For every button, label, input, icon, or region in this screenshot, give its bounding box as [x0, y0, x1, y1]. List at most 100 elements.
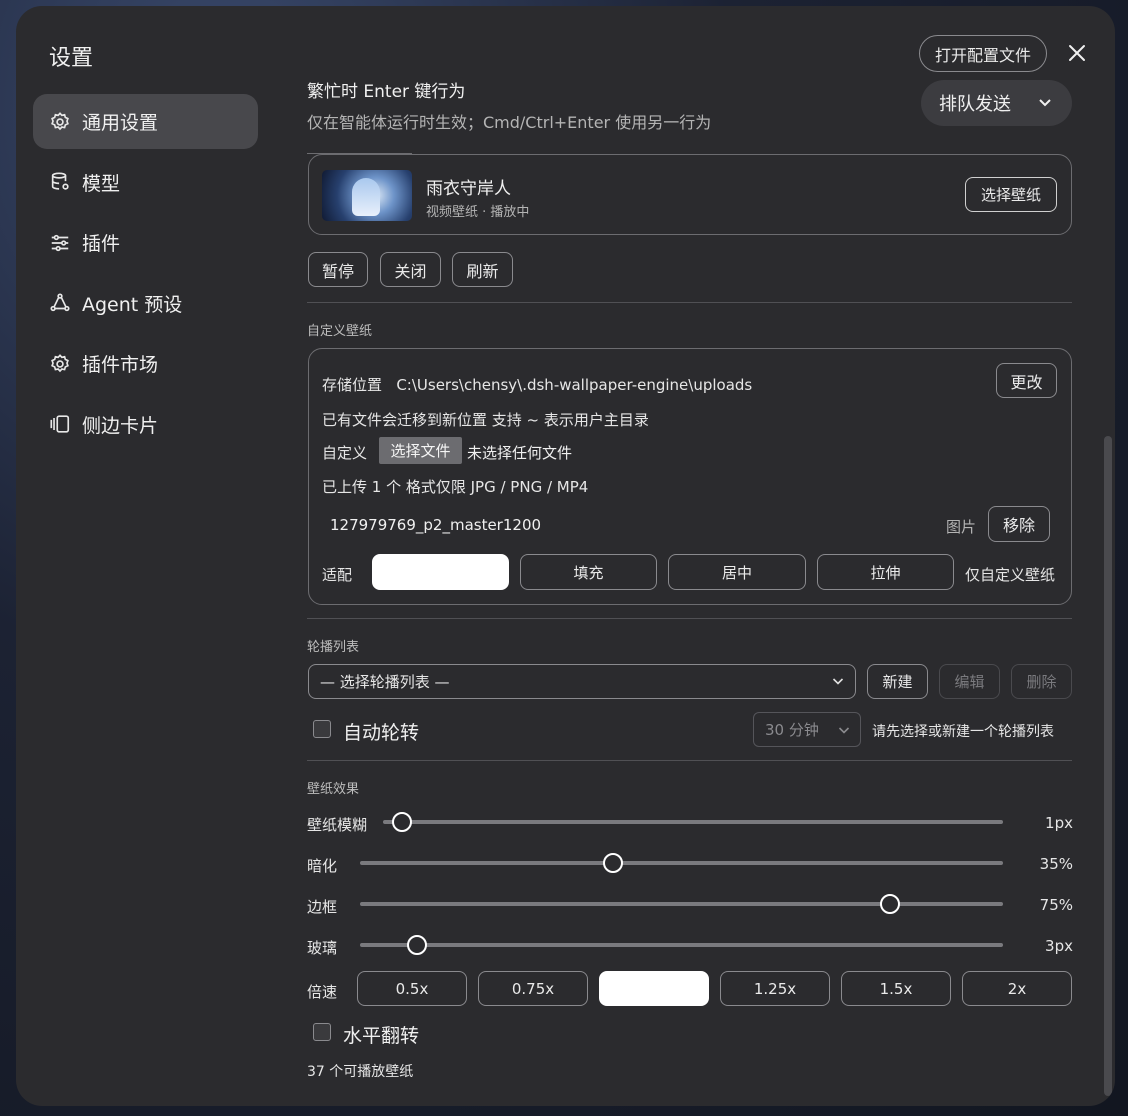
glass-slider-thumb[interactable]: [406, 935, 427, 955]
agent-icon: [50, 293, 70, 312]
busy-enter-title: 繁忙时 Enter 键行为: [307, 82, 466, 102]
darken-label: 暗化: [307, 857, 338, 875]
carousel-delete-button[interactable]: 删除: [1011, 664, 1072, 699]
storage-path: C:\Users\chensy\.dsh-wallpaper-engine\up…: [396, 376, 753, 394]
interval-select[interactable]: 30 分钟: [753, 712, 861, 747]
darken-slider[interactable]: [360, 861, 1003, 865]
sidebar-item-label: Agent 预设: [82, 293, 183, 316]
fit-option-fill[interactable]: 填充: [520, 554, 657, 590]
auto-rotate-checkbox[interactable]: [313, 720, 331, 738]
speed-option-1-5x[interactable]: 1.5x: [841, 971, 951, 1006]
sidebar: 设置 通用设置 模型 插件 Agent 预设 插件市场 侧边卡片: [16, 6, 276, 1106]
sidebar-item-plugin-market[interactable]: 插件市场: [33, 336, 258, 391]
divider: [307, 760, 1072, 761]
remove-file-button[interactable]: 移除: [988, 506, 1050, 542]
refresh-button[interactable]: 刷新: [452, 252, 513, 287]
fit-label: 适配: [322, 566, 353, 584]
settings-dialog: 设置 通用设置 模型 插件 Agent 预设 插件市场 侧边卡片 打开配置文件 …: [16, 6, 1115, 1106]
sidebar-item-label: 通用设置: [82, 112, 159, 134]
sidebar-nav: 通用设置 模型 插件 Agent 预设 插件市场 侧边卡片: [33, 94, 258, 457]
chevron-down-icon: [832, 678, 844, 685]
chevron-down-icon: [1039, 99, 1051, 107]
sidebar-item-general[interactable]: 通用设置: [33, 94, 258, 149]
carousel-hint: 请先选择或新建一个轮播列表: [872, 724, 1054, 740]
glass-label: 玻璃: [307, 939, 338, 957]
speed-label: 倍速: [307, 983, 338, 1001]
scrollbar[interactable]: [1104, 436, 1112, 1096]
carousel-new-button[interactable]: 新建: [867, 664, 928, 699]
wallpaper-status: 视频壁纸 · 播放中: [426, 205, 530, 220]
pause-button[interactable]: 暂停: [308, 252, 368, 287]
cards-icon: [50, 415, 70, 433]
speed-option-1x[interactable]: 1x: [599, 971, 709, 1006]
main-content: 打开配置文件 繁忙时 Enter 键行为 仅在智能体运行时生效；Cmd/Ctrl…: [307, 6, 1085, 1106]
auto-rotate-label: 自动轮转: [343, 722, 420, 744]
current-wallpaper-card: 雨衣守岸人 视频壁纸 · 播放中 选择壁纸: [308, 154, 1072, 235]
uploaded-file-name: 127979769_p2_master1200: [330, 516, 542, 534]
sidebar-item-plugins[interactable]: 插件: [33, 215, 258, 270]
glass-value: 3px: [1045, 937, 1073, 955]
sidebar-item-label: 模型: [82, 172, 121, 195]
choose-file-button[interactable]: 选择文件: [379, 437, 462, 464]
sidebar-item-label: 插件市场: [82, 354, 159, 376]
busy-enter-description: 仅在智能体运行时生效；Cmd/Ctrl+Enter 使用另一行为: [307, 113, 712, 132]
sidebar-title: 设置: [49, 46, 94, 71]
speed-option-0-5x[interactable]: 0.5x: [357, 971, 467, 1006]
custom-wallpaper-card: 存储位置 C:\Users\chensy\.dsh-wallpaper-engi…: [308, 348, 1072, 605]
darken-slider-thumb[interactable]: [602, 853, 623, 873]
border-label: 边框: [307, 898, 338, 916]
uploaded-file-type: 图片: [946, 518, 977, 536]
blur-slider[interactable]: [383, 820, 1003, 824]
sidebar-item-models[interactable]: 模型: [33, 155, 258, 210]
divider: [307, 618, 1072, 619]
border-value: 75%: [1039, 896, 1073, 914]
fit-option-stretch[interactable]: 拉伸: [817, 554, 954, 590]
open-config-button[interactable]: 打开配置文件: [919, 35, 1047, 72]
fit-only-note: 仅自定义壁纸: [965, 566, 1056, 584]
carousel-select[interactable]: — 选择轮播列表 —: [308, 664, 856, 699]
chevron-down-icon: [838, 727, 850, 734]
custom-label: 自定义: [322, 444, 368, 462]
gear-badge-icon: [51, 353, 69, 372]
blur-label: 壁纸模糊: [307, 816, 368, 834]
busy-enter-select-value: 排队发送: [939, 94, 1011, 115]
uploaded-info: 已上传 1 个 格式仅限 JPG / PNG / MP4: [322, 478, 589, 496]
darken-value: 35%: [1039, 855, 1073, 873]
choose-wallpaper-button[interactable]: 选择壁纸: [965, 177, 1057, 212]
effects-section-label: 壁纸效果: [307, 782, 360, 797]
close-wallpaper-button[interactable]: 关闭: [380, 252, 441, 287]
playable-count: 37 个可播放壁纸: [307, 1064, 414, 1080]
carousel-select-value: — 选择轮播列表 —: [320, 673, 450, 691]
interval-value: 30 分钟: [765, 721, 819, 739]
close-button[interactable]: [1064, 40, 1090, 66]
speed-option-0-75x[interactable]: 0.75x: [478, 971, 588, 1006]
gear-icon: [51, 111, 69, 130]
border-slider-thumb[interactable]: [879, 894, 900, 914]
glass-slider[interactable]: [360, 943, 1003, 947]
horizontal-flip-label: 水平翻转: [343, 1025, 420, 1047]
busy-enter-select[interactable]: 排队发送: [921, 80, 1072, 126]
sliders-icon: [51, 234, 69, 251]
sidebar-item-side-cards[interactable]: 侧边卡片: [33, 397, 258, 452]
carousel-edit-button[interactable]: 编辑: [939, 664, 1000, 699]
sidebar-item-label: 插件: [82, 233, 121, 255]
wallpaper-thumbnail: [322, 170, 412, 221]
migrate-note: 已有文件会迁移到新位置 支持 ~ 表示用户主目录: [322, 411, 649, 429]
wallpaper-name: 雨衣守岸人: [426, 179, 511, 199]
sidebar-item-agent-presets[interactable]: Agent 预设: [33, 276, 258, 331]
speed-option-1-25x[interactable]: 1.25x: [720, 971, 830, 1006]
storage-label: 存储位置: [322, 376, 383, 394]
speed-option-2x[interactable]: 2x: [962, 971, 1072, 1006]
fit-option-center[interactable]: 居中: [668, 554, 806, 590]
carousel-section-label: 轮播列表: [307, 640, 360, 655]
blur-slider-thumb[interactable]: [391, 812, 412, 832]
database-icon: [51, 172, 69, 190]
horizontal-flip-checkbox[interactable]: [313, 1023, 331, 1041]
fit-option-selected[interactable]: [372, 554, 509, 590]
change-path-button[interactable]: 更改: [996, 363, 1057, 398]
no-file-text: 未选择任何文件: [467, 444, 573, 462]
close-icon: [1069, 45, 1085, 61]
blur-value: 1px: [1045, 814, 1073, 832]
border-slider[interactable]: [360, 902, 1003, 906]
storage-row: 存储位置 C:\Users\chensy\.dsh-wallpaper-engi…: [322, 374, 752, 395]
